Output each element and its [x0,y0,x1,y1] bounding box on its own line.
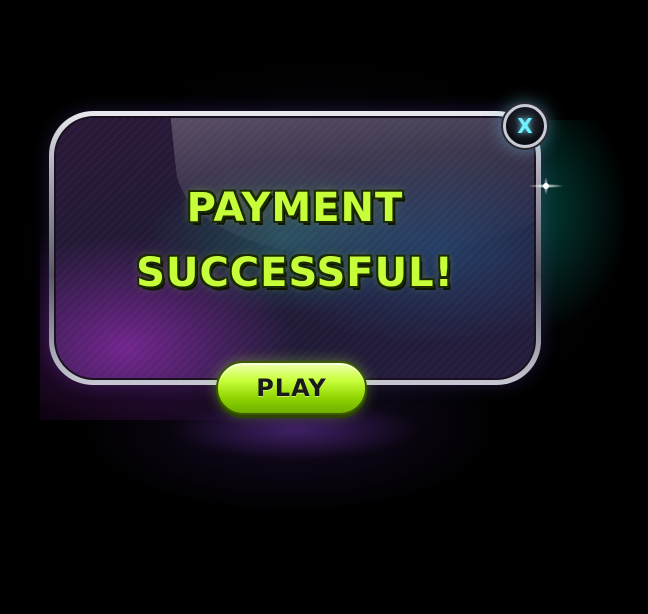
payment-dialog: PAYMENT SUCCESSFUL! [49,111,541,385]
close-icon: X [517,114,533,138]
title-line-2: SUCCESSFUL! [136,250,454,296]
dialog-panel: PAYMENT SUCCESSFUL! [54,116,536,380]
panel-texture [56,118,534,378]
close-button[interactable]: X [503,104,547,148]
play-button-label: PLAY [256,374,327,402]
game-screen: PAYMENT SUCCESSFUL! X PLAY [0,0,648,614]
play-button[interactable]: PLAY [216,361,367,415]
title-line-1: PAYMENT [186,185,404,231]
